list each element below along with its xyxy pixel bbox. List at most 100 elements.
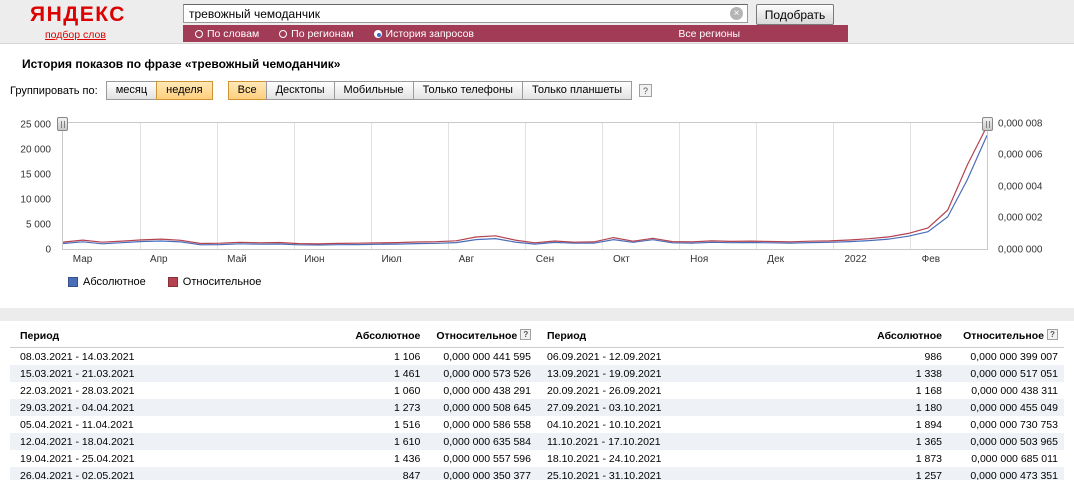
header-relative: Относительное? [948,325,1064,348]
main-content: История показов по фразе «тревожный чемо… [0,44,1074,308]
tab-phones-only[interactable]: Только телефоны [413,81,523,100]
table-cell: 04.10.2021 - 10.10.2021 [537,416,837,433]
mode-by-words[interactable]: По словам [195,28,259,40]
radio-icon [279,30,287,38]
table-row: 05.04.2021 - 11.04.20211 5160,000 000 58… [10,416,1064,433]
y-tick-label: 20 000 [20,144,51,155]
table-cell: 986 [837,348,948,366]
plot-area[interactable] [62,122,988,250]
x-axis: МарАпрМайИюнИюлАвгСенОктНояДек2022Фев [62,254,988,268]
legend-item-absolute[interactable]: Абсолютное [68,276,146,288]
table-cell: 12.04.2021 - 18.04.2021 [10,433,326,450]
table-cell: 0,000 000 685 011 [948,450,1064,467]
history-table: Период Абсолютное Относительное? Период … [10,325,1064,480]
table-cell: 20.09.2021 - 26.09.2021 [537,382,837,399]
history-table-section: Период Абсолютное Относительное? Период … [0,321,1074,480]
table-cell: 0,000 000 438 291 [426,382,537,399]
range-handle-left[interactable] [57,117,68,131]
group-week-button[interactable]: неделя [156,81,213,100]
chart-lines [63,123,987,249]
table-cell: 1 894 [837,416,948,433]
table-row: 12.04.2021 - 18.04.20211 6100,000 000 63… [10,433,1064,450]
search-input[interactable] [183,4,748,23]
x-tick-label: Июл [381,254,401,265]
table-cell: 1 461 [326,365,426,382]
table-row: 26.04.2021 - 02.05.20218470,000 000 350 … [10,467,1064,480]
page-title: История показов по фразе «тревожный чемо… [22,57,1074,71]
table-cell: 0,000 000 455 049 [948,399,1064,416]
y-tick-label: 0,000 004 [998,181,1043,192]
tab-mobile[interactable]: Мобильные [334,81,414,100]
chart-legend: Абсолютное Относительное [68,276,283,288]
wordstat-link[interactable]: подбор слов [45,29,106,41]
legend-label: Абсолютное [83,276,146,288]
tab-desktops[interactable]: Десктопы [266,81,335,100]
header-relative: Относительное? [426,325,537,348]
tab-tablets-only[interactable]: Только планшеты [522,81,632,100]
table-cell: 847 [326,467,426,480]
regions-selector[interactable]: Все регионы [678,28,740,40]
table-row: 15.03.2021 - 21.03.20211 4610,000 000 57… [10,365,1064,382]
y-tick-label: 10 000 [20,194,51,205]
table-cell: 1 060 [326,382,426,399]
y-tick-label: 15 000 [20,169,51,180]
x-tick-label: 2022 [844,254,866,265]
y-tick-label: 0 [45,245,51,256]
radio-selected-icon [374,30,382,38]
y-axis-right: 0,000 0000,000 0020,000 0040,000 0060,00… [994,122,1066,250]
clear-search-icon[interactable]: × [730,7,743,20]
table-cell: 1 436 [326,450,426,467]
x-tick-label: Мар [73,254,93,265]
legend-item-relative[interactable]: Относительное [168,276,262,288]
y-tick-label: 0,000 008 [998,118,1043,129]
table-cell: 05.04.2021 - 11.04.2021 [10,416,326,433]
mode-label: По словам [207,28,259,40]
group-month-button[interactable]: месяц [106,81,157,100]
x-tick-label: Дек [767,254,784,265]
group-by-label: Группировать по: [10,85,98,97]
yandex-logo[interactable]: ЯНДЕКС [30,3,126,27]
table-cell: 1 106 [326,348,426,366]
table-cell: 1 338 [837,365,948,382]
table-cell: 0,000 000 441 595 [426,348,537,366]
radio-icon [195,30,203,38]
table-row: 19.04.2021 - 25.04.20211 4360,000 000 55… [10,450,1064,467]
help-icon[interactable]: ? [1047,329,1058,340]
table-cell: 0,000 000 503 965 [948,433,1064,450]
table-cell: 1 365 [837,433,948,450]
help-icon[interactable]: ? [520,329,531,340]
x-tick-label: Фев [922,254,940,265]
history-table-body: 08.03.2021 - 14.03.20211 1060,000 000 44… [10,348,1064,480]
x-tick-label: Авг [459,254,475,265]
y-tick-label: 5 000 [26,219,51,230]
y-tick-label: 0,000 000 [998,245,1043,256]
tab-all-devices[interactable]: Все [228,81,267,100]
table-cell: 1 873 [837,450,948,467]
x-tick-label: Июн [304,254,324,265]
table-header-row: Период Абсолютное Относительное? Период … [10,325,1064,348]
submit-button[interactable]: Подобрать [756,4,834,25]
table-cell: 1 273 [326,399,426,416]
y-axis-left: 05 00010 00015 00020 00025 000 [8,122,57,250]
table-cell: 0,000 000 573 526 [426,365,537,382]
table-cell: 1 257 [837,467,948,480]
legend-swatch [68,277,78,287]
table-cell: 0,000 000 399 007 [948,348,1064,366]
table-cell: 0,000 000 508 645 [426,399,537,416]
table-cell: 1 516 [326,416,426,433]
table-cell: 25.10.2021 - 31.10.2021 [537,467,837,480]
mode-label: По регионам [291,28,353,40]
table-cell: 13.09.2021 - 19.09.2021 [537,365,837,382]
x-tick-label: Ноя [690,254,708,265]
y-tick-label: 0,000 006 [998,150,1043,161]
range-handle-right[interactable] [982,117,993,131]
mode-by-regions[interactable]: По регионам [279,28,353,40]
table-cell: 0,000 000 438 311 [948,382,1064,399]
table-cell: 15.03.2021 - 21.03.2021 [10,365,326,382]
help-icon[interactable]: ? [639,84,652,97]
mode-history[interactable]: История запросов [374,28,474,40]
x-tick-label: Апр [150,254,168,265]
table-cell: 27.09.2021 - 03.10.2021 [537,399,837,416]
table-cell: 0,000 000 473 351 [948,467,1064,480]
legend-label: Относительное [183,276,262,288]
